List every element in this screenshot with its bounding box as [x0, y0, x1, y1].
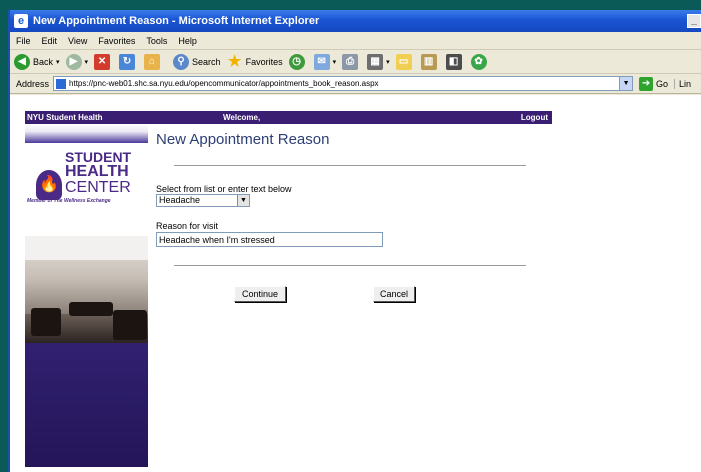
title-bar[interactable]: e New Appointment Reason - Microsoft Int… — [10, 10, 701, 32]
page-title: New Appointment Reason — [156, 131, 330, 148]
minimize-button[interactable]: _ — [687, 14, 701, 28]
go-arrow-icon: ➔ — [639, 76, 654, 91]
refresh-button[interactable]: ↻ — [119, 53, 138, 70]
stop-button[interactable]: ✕ — [94, 53, 113, 70]
links-toolbar[interactable]: Lin — [674, 78, 691, 89]
site-brand: NYU Student Health — [27, 113, 103, 122]
page-icon — [56, 78, 67, 89]
search-button[interactable]: ⚲ Search — [173, 53, 221, 70]
folder-button[interactable]: ▭ — [395, 53, 415, 70]
divider — [174, 165, 526, 166]
mail-button[interactable]: ✉ ▾ — [313, 53, 337, 70]
main-content: New Appointment Reason Select from list … — [148, 124, 552, 467]
home-icon: ⌂ — [144, 53, 161, 70]
photo-sofa — [69, 302, 113, 316]
photo-chair — [31, 308, 61, 336]
sidebar-gradient-band — [25, 124, 148, 143]
buddy-button[interactable]: ✿ — [470, 53, 490, 70]
address-label: Address — [16, 78, 50, 89]
back-arrow-icon: ◀ — [14, 53, 30, 70]
back-label: Back — [33, 56, 54, 67]
stop-icon: ✕ — [94, 53, 111, 70]
toolbar: ◀ Back ▾ ▶ ▾ ✕ ↻ ⌂ ⚲ Search ★ Favorites … — [10, 50, 701, 74]
photo-ceiling — [25, 236, 148, 260]
page-viewport: NYU Student Health Welcome, Logout STUDE… — [10, 95, 701, 472]
refresh-icon: ↻ — [119, 53, 136, 70]
chevron-down-icon: ▾ — [56, 58, 60, 66]
history-icon: ◷ — [288, 53, 305, 70]
photo-chair — [113, 310, 147, 340]
menu-edit[interactable]: Edit — [42, 36, 58, 46]
sidebar: STUDENT HEALTH CENTER Member of The Well… — [25, 124, 148, 467]
lounge-photo — [25, 236, 148, 343]
go-label: Go — [656, 78, 669, 89]
folder-icon: ▭ — [395, 53, 412, 70]
address-bar: Address https://pnc-web01.shc.sa.nyu.edu… — [10, 74, 701, 94]
chevron-down-icon[interactable]: ▼ — [237, 195, 249, 206]
reason-label: Reason for visit — [156, 221, 219, 231]
menu-tools[interactable]: Tools — [146, 36, 167, 46]
reason-input[interactable] — [156, 232, 383, 247]
messenger-icon: ✿ — [470, 53, 487, 70]
print-button[interactable]: ⎙ — [342, 53, 361, 70]
logout-link[interactable]: Logout — [521, 113, 548, 122]
forward-arrow-icon: ▶ — [65, 53, 82, 70]
torch-icon: 🔥 — [36, 170, 62, 200]
window-icon: ◧ — [445, 53, 462, 70]
favorites-label: Favorites — [245, 56, 283, 67]
reason-select-value: Headache — [159, 195, 201, 205]
address-url: https://pnc-web01.shc.sa.nyu.edu/opencom… — [69, 79, 379, 88]
menu-favorites[interactable]: Favorites — [98, 36, 135, 46]
ie-logo-icon: e — [14, 14, 28, 28]
mail-icon: ✉ — [313, 53, 330, 70]
search-label: Search — [192, 56, 221, 67]
menu-help[interactable]: Help — [178, 36, 197, 46]
forward-button[interactable]: ▶ ▾ — [65, 53, 89, 70]
window-title: New Appointment Reason - Microsoft Inter… — [33, 15, 320, 27]
menu-file[interactable]: File — [16, 36, 31, 46]
go-button[interactable]: ➔ Go — [639, 76, 669, 91]
history-button[interactable]: ◷ — [288, 53, 308, 70]
research-icon: ▥ — [420, 53, 437, 70]
menu-view[interactable]: View — [68, 36, 87, 46]
browser-window: e New Appointment Reason - Microsoft Int… — [8, 10, 701, 472]
edit-button[interactable]: ▦ ▾ — [367, 53, 390, 70]
print-icon: ⎙ — [342, 53, 359, 70]
chevron-down-icon: ▾ — [386, 58, 390, 66]
cancel-button[interactable]: Cancel — [373, 286, 415, 302]
divider — [174, 265, 526, 266]
chevron-down-icon: ▾ — [84, 58, 89, 66]
research-button[interactable]: ▥ — [420, 53, 440, 70]
star-icon: ★ — [227, 52, 242, 70]
reason-select[interactable]: Headache ▼ — [156, 194, 250, 207]
select-label: Select from list or enter text below — [156, 184, 292, 194]
menu-bar: File Edit View Favorites Tools Help — [10, 32, 701, 50]
chevron-down-icon[interactable]: ▼ — [619, 77, 633, 90]
edit-icon: ▦ — [367, 53, 384, 70]
back-button[interactable]: ◀ Back ▾ — [14, 53, 60, 70]
search-icon: ⚲ — [173, 53, 190, 70]
welcome-text: Welcome, — [223, 113, 261, 122]
chevron-down-icon: ▾ — [332, 58, 337, 66]
address-input[interactable]: https://pnc-web01.shc.sa.nyu.edu/opencom… — [53, 76, 634, 91]
favorites-button[interactable]: ★ Favorites — [227, 52, 283, 70]
home-button[interactable]: ⌂ — [144, 53, 163, 70]
messenger-button[interactable]: ◧ — [445, 53, 465, 70]
site-header-bar: NYU Student Health Welcome, Logout — [25, 111, 552, 124]
continue-button[interactable]: Continue — [234, 286, 286, 302]
logo-line-3: CENTER — [65, 179, 131, 196]
